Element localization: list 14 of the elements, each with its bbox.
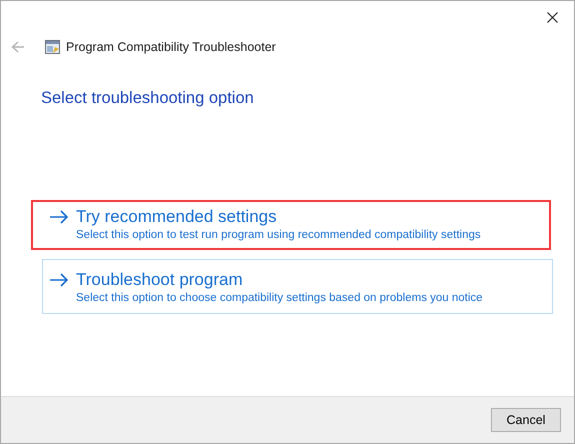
option-button[interactable]: Try recommended settings Select this option to test run program using recommended compatibility settings [31, 200, 551, 250]
arrow-icon [49, 273, 69, 287]
cancel-button[interactable]: Cancel [491, 408, 561, 432]
option-description: Select this option to test run program using recommended compatibility settings [76, 228, 482, 243]
option-title: Troubleshoot program [76, 270, 244, 290]
option-title: Try recommended settings [76, 207, 278, 227]
window-title: Program Compatibility Troubleshooter [66, 40, 276, 54]
option-description: Select this option to choose compatibility settings based on problems you notice [76, 291, 484, 306]
app-window-icon [45, 40, 60, 54]
page-heading: Select troubleshooting option [41, 88, 255, 109]
option-button[interactable]: Troubleshoot program Select this option to choose compatibility settings based on problems you notice [42, 259, 553, 314]
close-icon [546, 12, 558, 22]
arrow-icon [49, 210, 69, 224]
back-arrow-icon [11, 41, 25, 53]
